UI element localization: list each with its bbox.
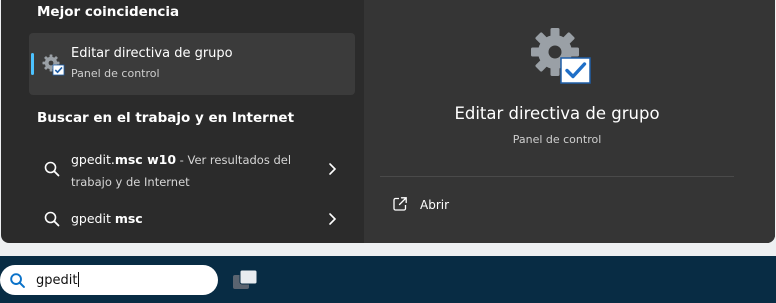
query-bold: msc w10 bbox=[114, 152, 177, 167]
task-view-icon[interactable] bbox=[231, 268, 259, 292]
preview-pane: Editar directiva de grupo Panel de contr… bbox=[364, 0, 775, 243]
web-result-text: gpedit.msc w10 - Ver resultados del trab… bbox=[71, 149, 321, 193]
query-suffix: - Ver resultados del bbox=[176, 153, 292, 167]
taskbar: gpedit bbox=[0, 256, 776, 303]
results-list: Mejor coincidencia Editar directiva de g… bbox=[1, 0, 363, 243]
preview-subtitle: Panel de control bbox=[512, 133, 602, 146]
chevron-right-icon bbox=[329, 213, 337, 225]
open-external-icon bbox=[393, 197, 407, 211]
selection-accent bbox=[31, 53, 34, 75]
group-policy-gear-icon bbox=[42, 54, 65, 76]
search-icon bbox=[44, 161, 60, 177]
preview-divider bbox=[380, 176, 734, 177]
taskbar-search-input[interactable]: gpedit bbox=[0, 265, 218, 295]
web-search-heading: Buscar en el trabajo y en Internet bbox=[37, 110, 295, 126]
chevron-right-icon bbox=[329, 163, 337, 175]
preview-title: Editar directiva de grupo bbox=[454, 104, 660, 123]
best-match-subtitle: Panel de control bbox=[71, 67, 160, 80]
web-result-gpedit-msc[interactable]: gpedit msc bbox=[29, 204, 355, 234]
group-policy-gear-icon bbox=[531, 28, 591, 84]
web-result-text: gpedit msc bbox=[71, 208, 143, 229]
search-icon bbox=[10, 273, 25, 288]
best-match-title: Editar directiva de grupo bbox=[71, 46, 233, 61]
web-result-gpedit-msc-w10[interactable]: gpedit.msc w10 - Ver resultados del trab… bbox=[29, 146, 355, 192]
open-button[interactable]: Abrir bbox=[380, 190, 580, 220]
query-suffix-line2: trabajo y de Internet bbox=[71, 175, 190, 189]
query-plain: gpedit. bbox=[71, 152, 115, 167]
open-label: Abrir bbox=[420, 198, 450, 212]
search-results-panel: Mejor coincidencia Editar directiva de g… bbox=[1, 0, 775, 243]
best-match-heading: Mejor coincidencia bbox=[37, 4, 180, 20]
query-plain: gpedit bbox=[71, 211, 115, 226]
search-value: gpedit bbox=[36, 272, 80, 288]
best-match-result[interactable]: Editar directiva de grupo Panel de contr… bbox=[29, 33, 355, 95]
search-icon bbox=[44, 211, 60, 227]
query-bold: msc bbox=[114, 211, 143, 226]
